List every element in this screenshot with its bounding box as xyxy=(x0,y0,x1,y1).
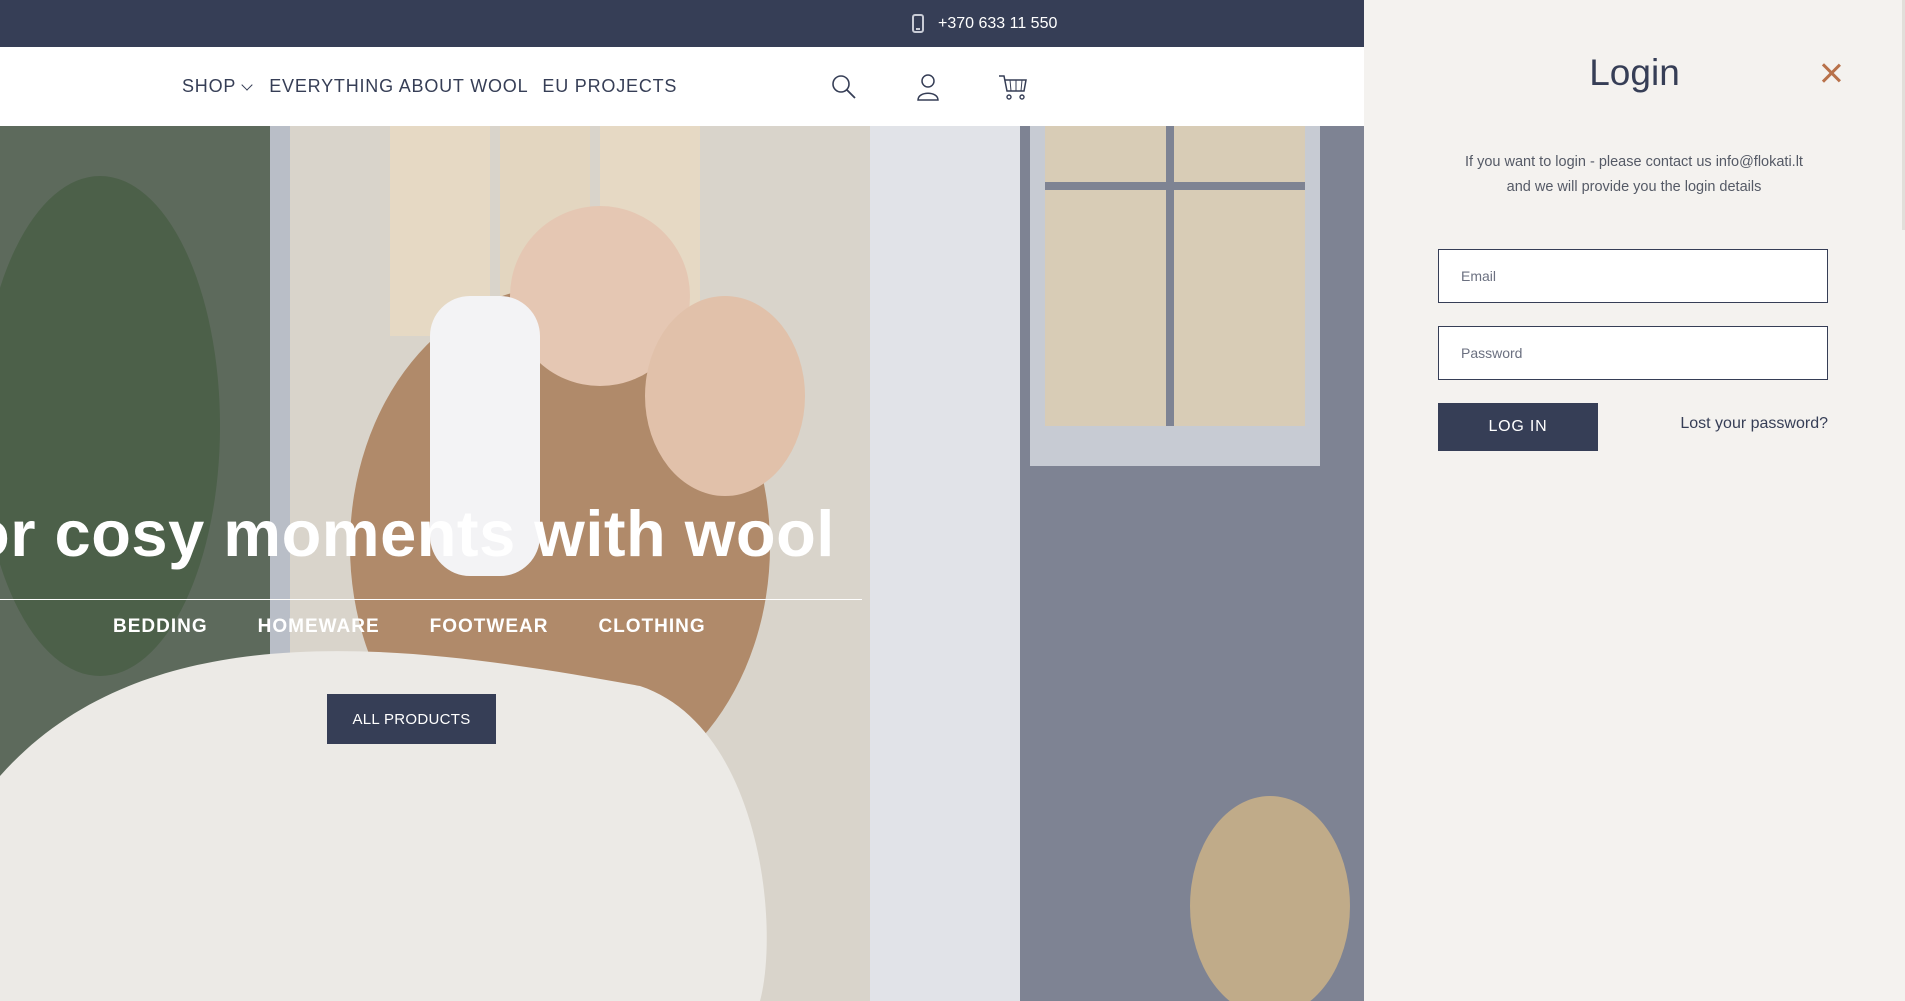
all-products-button[interactable]: ALL PRODUCTS xyxy=(327,694,496,744)
shop-page: +370 633 11 550 SHOP EVERYTHING ABOUT WO… xyxy=(0,0,1364,1001)
category-footwear[interactable]: FOOTWEAR xyxy=(430,616,549,638)
search-icon[interactable] xyxy=(830,73,858,101)
category-clothing[interactable]: CLOTHING xyxy=(598,616,705,638)
main-navigation: SHOP EVERYTHING ABOUT WOOL EU PROJECTS xyxy=(0,47,1364,126)
user-icon[interactable] xyxy=(914,73,942,101)
phone-contact[interactable]: +370 633 11 550 xyxy=(912,0,1057,47)
login-message-line-2: and we will provide you the login detail… xyxy=(1506,179,1762,195)
lost-password-link[interactable]: Lost your password? xyxy=(1646,415,1828,433)
nav-eu-projects[interactable]: EU PROJECTS xyxy=(542,76,677,97)
close-icon[interactable] xyxy=(1821,63,1841,83)
category-homeware[interactable]: HOMEWARE xyxy=(258,616,380,638)
hero-title: or cosy moments with wool xyxy=(0,497,835,570)
nav-shop[interactable]: SHOP xyxy=(182,76,255,97)
nav-everything-about-wool[interactable]: EVERYTHING ABOUT WOOL xyxy=(269,76,528,97)
login-drawer: Login If you want to login - please cont… xyxy=(1364,0,1905,1001)
login-message: If you want to login - please contact us… xyxy=(1424,150,1844,200)
category-bedding[interactable]: BEDDING xyxy=(113,616,208,638)
login-message-line-1: If you want to login - please contact us… xyxy=(1465,154,1803,170)
top-info-bar: +370 633 11 550 xyxy=(0,0,1364,47)
mobile-phone-icon xyxy=(912,14,924,33)
hero-divider xyxy=(0,599,862,600)
chevron-down-icon[interactable] xyxy=(241,78,253,91)
cart-icon[interactable] xyxy=(998,73,1027,101)
email-field[interactable] xyxy=(1438,249,1828,303)
nav-shop-label[interactable]: SHOP xyxy=(182,76,236,97)
hero-banner: or cosy moments with wool BEDDING HOMEWA… xyxy=(0,126,1364,1001)
phone-number[interactable]: +370 633 11 550 xyxy=(938,15,1057,33)
log-in-button[interactable]: LOG IN xyxy=(1438,403,1598,451)
password-field[interactable] xyxy=(1438,326,1828,380)
